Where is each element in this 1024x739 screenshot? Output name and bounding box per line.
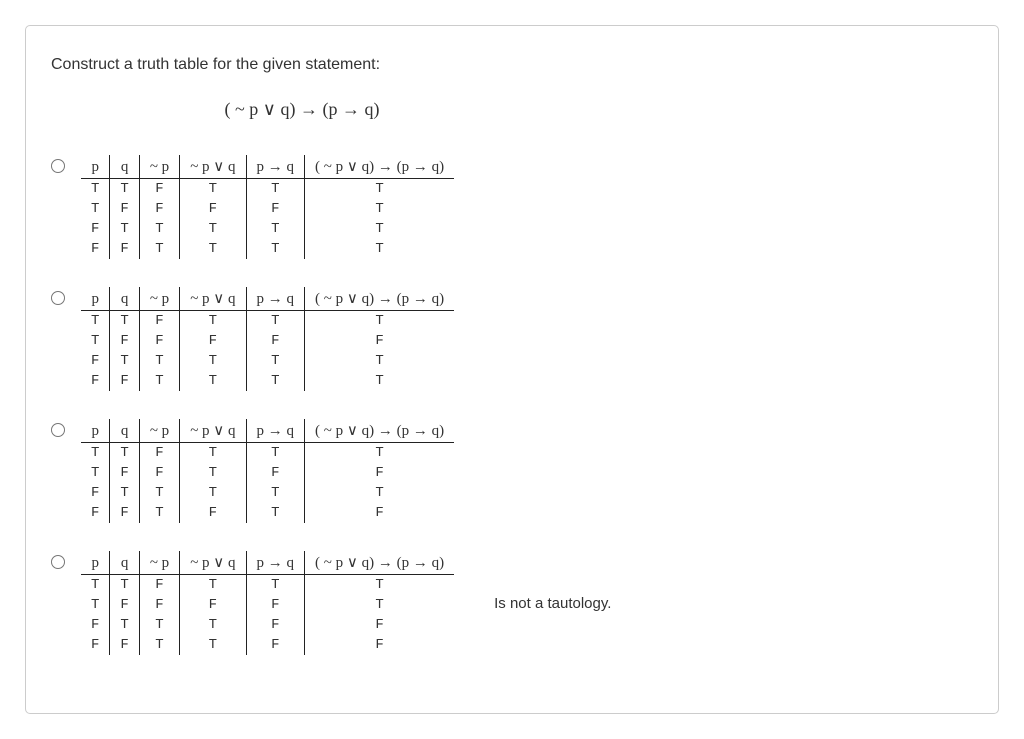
col-header: p bbox=[81, 551, 110, 575]
table-row: FFTTFF bbox=[81, 635, 454, 655]
table-row: FFTTTT bbox=[81, 239, 454, 259]
col-header: p bbox=[81, 419, 110, 443]
option-2: p q ~ p ~ p ∨ q p → q ( ~ p ∨ q) → (p → … bbox=[51, 287, 973, 391]
table-row: FFTTTT bbox=[81, 371, 454, 391]
table-row: TTFTTT bbox=[81, 575, 454, 596]
col-header: p bbox=[81, 155, 110, 179]
table-row: TFFFFT bbox=[81, 199, 454, 219]
truth-table-2: p q ~ p ~ p ∨ q p → q ( ~ p ∨ q) → (p → … bbox=[81, 287, 454, 391]
col-header: ( ~ p ∨ q) → (p → q) bbox=[305, 287, 455, 311]
main-formula: ( ~ p ∨ q) → (p → q) bbox=[51, 99, 973, 120]
col-header: q bbox=[110, 287, 139, 311]
radio-option-1[interactable] bbox=[51, 159, 65, 173]
option-note: Is not a tautology. bbox=[494, 595, 611, 612]
table-row: TFFFFF bbox=[81, 331, 454, 351]
col-header: ( ~ p ∨ q) → (p → q) bbox=[305, 551, 455, 575]
col-header: q bbox=[110, 155, 139, 179]
col-header: ( ~ p ∨ q) → (p → q) bbox=[305, 155, 455, 179]
table-row: FTTTFF bbox=[81, 615, 454, 635]
col-header: ~ p ∨ q bbox=[180, 551, 246, 575]
option-3: p q ~ p ~ p ∨ q p → q ( ~ p ∨ q) → (p → … bbox=[51, 419, 973, 523]
col-header: ~ p bbox=[139, 155, 179, 179]
col-header: p bbox=[81, 287, 110, 311]
table-row: TTFTTT bbox=[81, 311, 454, 332]
col-header: p → q bbox=[246, 287, 305, 311]
radio-option-3[interactable] bbox=[51, 423, 65, 437]
col-header: ( ~ p ∨ q) → (p → q) bbox=[305, 419, 455, 443]
truth-table-3: p q ~ p ~ p ∨ q p → q ( ~ p ∨ q) → (p → … bbox=[81, 419, 454, 523]
col-header: q bbox=[110, 551, 139, 575]
col-header: ~ p ∨ q bbox=[180, 155, 246, 179]
table-row: TFFTFF bbox=[81, 463, 454, 483]
col-header: ~ p bbox=[139, 419, 179, 443]
col-header: ~ p ∨ q bbox=[180, 419, 246, 443]
radio-option-2[interactable] bbox=[51, 291, 65, 305]
table-row: FTTTTT bbox=[81, 219, 454, 239]
radio-option-4[interactable] bbox=[51, 555, 65, 569]
col-header: ~ p ∨ q bbox=[180, 287, 246, 311]
question-card: Construct a truth table for the given st… bbox=[25, 25, 999, 714]
col-header: ~ p bbox=[139, 287, 179, 311]
option-1: p q ~ p ~ p ∨ q p → q ( ~ p ∨ q) → (p → … bbox=[51, 155, 973, 259]
col-header: p → q bbox=[246, 551, 305, 575]
table-row: FTTTTT bbox=[81, 351, 454, 371]
col-header: p → q bbox=[246, 419, 305, 443]
col-header: q bbox=[110, 419, 139, 443]
truth-table-4: p q ~ p ~ p ∨ q p → q ( ~ p ∨ q) → (p → … bbox=[81, 551, 454, 655]
table-row: TFFFFT bbox=[81, 595, 454, 615]
table-row: FTTTTT bbox=[81, 483, 454, 503]
col-header: ~ p bbox=[139, 551, 179, 575]
truth-table-1: p q ~ p ~ p ∨ q p → q ( ~ p ∨ q) → (p → … bbox=[81, 155, 454, 259]
table-row: TTFTTT bbox=[81, 443, 454, 464]
question-text: Construct a truth table for the given st… bbox=[51, 56, 973, 74]
table-row: TTFTTT bbox=[81, 179, 454, 200]
option-4: p q ~ p ~ p ∨ q p → q ( ~ p ∨ q) → (p → … bbox=[51, 551, 973, 655]
table-row: FFTFTF bbox=[81, 503, 454, 523]
col-header: p → q bbox=[246, 155, 305, 179]
